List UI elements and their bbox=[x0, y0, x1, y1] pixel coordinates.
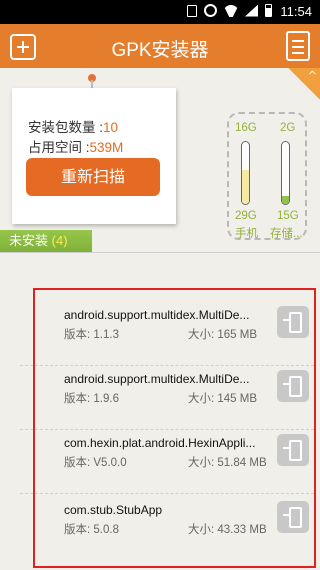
app-title: GPK安装器 bbox=[111, 40, 209, 61]
sd-storage-fill bbox=[282, 195, 289, 204]
phone-storage-fill bbox=[242, 169, 249, 204]
signal-icon bbox=[245, 4, 258, 17]
phone-total: 29G bbox=[235, 210, 257, 222]
section-label: 未安装 bbox=[9, 233, 49, 248]
package-count-value: 10 bbox=[103, 120, 119, 135]
phone-storage-gauge bbox=[241, 141, 250, 205]
package-count-label: 安装包数量 : bbox=[28, 120, 104, 135]
status-bar: 11:54 bbox=[0, 0, 320, 24]
clock: 11:54 bbox=[280, 4, 312, 19]
summary-card: 安装包数量 :10 占用空间 :539M 重新扫描 bbox=[12, 88, 176, 224]
section-count: (4) bbox=[51, 233, 68, 248]
phone-label: 手机 bbox=[235, 228, 258, 240]
phone-used: 16G bbox=[235, 122, 257, 134]
sim-icon bbox=[187, 4, 197, 17]
wifi-icon bbox=[224, 5, 238, 17]
sd-used: 2G bbox=[280, 122, 296, 134]
section-divider bbox=[0, 252, 320, 253]
sync-icon bbox=[204, 4, 217, 17]
battery-icon bbox=[265, 4, 272, 17]
status-icons bbox=[187, 4, 272, 17]
clipboard-list-icon[interactable] bbox=[286, 31, 310, 61]
sd-storage-gauge bbox=[281, 141, 290, 205]
space-line: 占用空间 :539M bbox=[28, 136, 123, 156]
storage-panel: 16G 2G 29G 15G 手机 存储... bbox=[227, 112, 307, 240]
highlight-frame bbox=[33, 288, 316, 568]
corner-expand-icon[interactable]: ^ bbox=[288, 68, 320, 100]
sd-label: 存储... bbox=[270, 228, 303, 240]
package-count-line: 安装包数量 :10 bbox=[28, 116, 118, 136]
not-installed-section[interactable]: 未安装 (4) bbox=[0, 230, 92, 252]
rescan-button[interactable]: 重新扫描 bbox=[26, 158, 160, 196]
app-header: GPK安装器 bbox=[0, 24, 320, 68]
space-value: 539M bbox=[89, 140, 124, 155]
space-label: 占用空间 : bbox=[28, 140, 90, 155]
sd-total: 15G bbox=[277, 210, 299, 222]
